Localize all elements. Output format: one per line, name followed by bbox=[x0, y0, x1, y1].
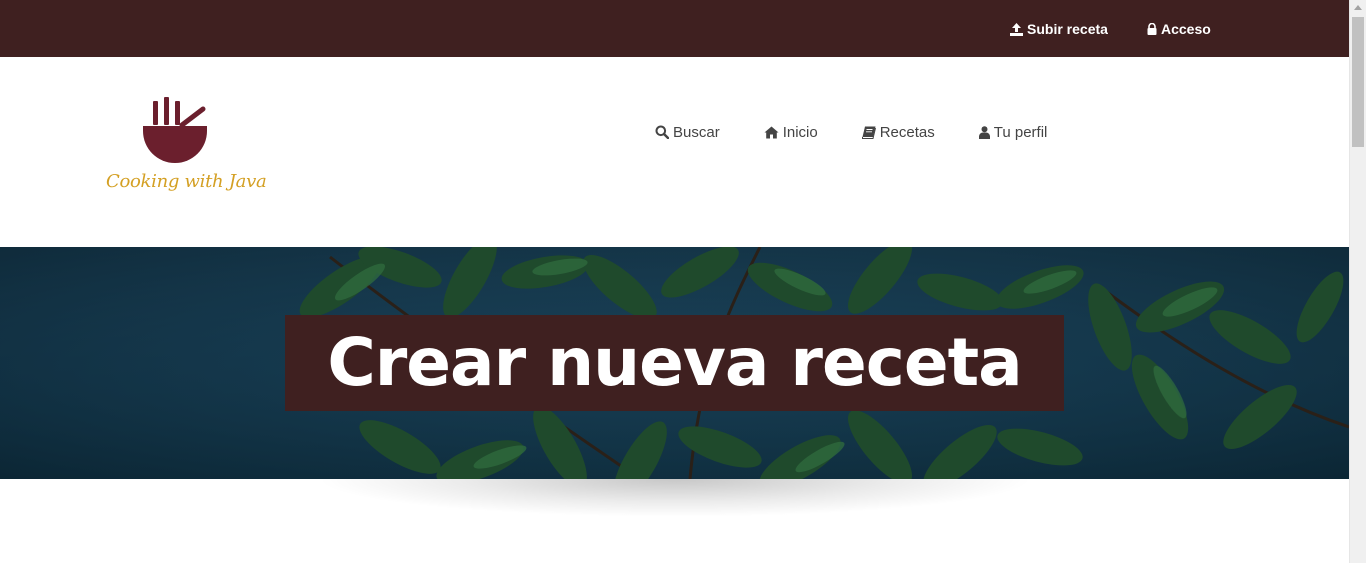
page-title: Crear nueva receta bbox=[327, 324, 1022, 401]
logo-text: Cooking with Java bbox=[106, 171, 267, 192]
header: Cooking with Java Buscar Inicio Recetas … bbox=[0, 57, 1349, 247]
page: Subir receta Acceso Cooking with Java Bu… bbox=[0, 0, 1349, 563]
home-icon bbox=[764, 126, 779, 139]
main-nav: Buscar Inicio Recetas Tu perfil bbox=[655, 121, 1047, 143]
nav-item-label: Buscar bbox=[673, 123, 720, 141]
search-icon bbox=[655, 125, 669, 139]
upload-recipe-label: Subir receta bbox=[1027, 21, 1108, 37]
nav-item-label: Recetas bbox=[879, 123, 935, 141]
site-logo[interactable]: Cooking with Java bbox=[104, 97, 267, 209]
hero-title-box: Crear nueva receta bbox=[285, 315, 1064, 411]
nav-item-search[interactable]: Buscar bbox=[655, 124, 720, 141]
nav-item-recipes[interactable]: Recetas bbox=[861, 123, 935, 141]
content-card-shadow bbox=[200, 479, 1150, 563]
book-icon bbox=[861, 126, 876, 139]
bowl-icon bbox=[140, 97, 210, 168]
upload-icon bbox=[1010, 22, 1023, 36]
lock-icon bbox=[1147, 23, 1157, 35]
nav-item-profile[interactable]: Tu perfil bbox=[978, 123, 1048, 141]
upload-recipe-link[interactable]: Subir receta bbox=[1010, 19, 1108, 39]
nav-item-label: Tu perfil bbox=[993, 123, 1048, 141]
nav-item-label: Inicio bbox=[782, 123, 818, 141]
nav-item-home[interactable]: Inicio bbox=[764, 124, 818, 141]
top-bar: Subir receta Acceso bbox=[0, 0, 1349, 57]
hero-banner: Crear nueva receta bbox=[0, 247, 1349, 479]
user-icon bbox=[978, 125, 990, 139]
login-label: Acceso bbox=[1161, 21, 1211, 37]
scroll-up-arrow-icon[interactable] bbox=[1354, 5, 1362, 10]
scrollbar-thumb[interactable] bbox=[1352, 17, 1364, 147]
vertical-scrollbar[interactable] bbox=[1349, 0, 1366, 563]
login-link[interactable]: Acceso bbox=[1147, 19, 1211, 39]
